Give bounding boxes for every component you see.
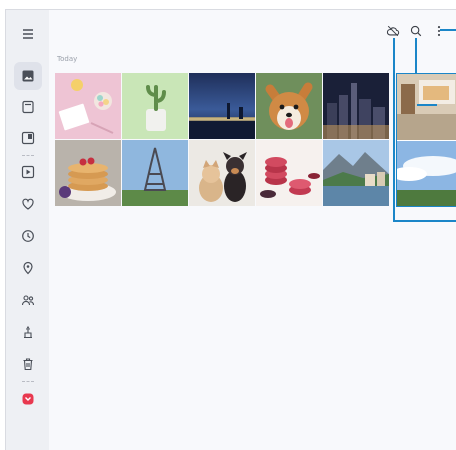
photo-image [256,73,322,139]
sidebar-item-locations[interactable] [14,254,42,282]
sidebar-item-favorites[interactable] [14,190,42,218]
photo-skyline-night[interactable] [323,73,389,139]
pictures-icon [22,70,34,82]
more-options-icon [437,26,441,36]
photo-pancakes[interactable] [55,140,121,206]
app-badge-icon [22,393,34,405]
photo-image [189,73,255,139]
photo-image [55,73,121,139]
cloud-off-button[interactable] [385,23,401,39]
sidebar-item-videos[interactable] [14,158,42,186]
section-label: Today [57,55,78,63]
photo-corgi-dog[interactable] [256,73,322,139]
callout-preview [396,73,456,207]
photo-desk-flatlay[interactable] [55,73,121,139]
photo-cactus-plant[interactable] [122,73,188,139]
sidebar-item-trash[interactable] [14,350,42,378]
photo-lake-village[interactable] [323,140,389,206]
sidebar-divider [22,155,34,156]
sidebar-item-albums[interactable] [14,93,42,121]
sidebar-item-shared[interactable] [14,286,42,314]
photo-image [122,140,188,206]
sidebar-divider [22,381,34,382]
photo-eiffel-tower[interactable] [122,140,188,206]
photo-macarons[interactable] [256,140,322,206]
photo-bridge-city-night[interactable] [189,73,255,139]
photo-image [55,140,121,206]
favorites-icon [22,198,34,210]
search-button[interactable] [408,23,424,39]
videos-icon [21,165,35,179]
more-options-button[interactable] [431,23,447,39]
menu-icon [23,29,33,39]
sidebar-item-stories[interactable] [14,124,42,152]
trash-icon [23,358,33,371]
photo-image [256,140,322,206]
sidebar-item-suggestions[interactable] [14,318,42,346]
shared-icon [21,295,35,306]
photo-image [122,73,188,139]
recent-icon [22,230,34,242]
locations-icon [23,261,33,275]
photo-image [323,73,389,139]
photo-image [189,140,255,206]
menu-button[interactable] [14,20,42,48]
search-icon [410,25,422,37]
photo-image [323,140,389,206]
sidebar-item-pictures[interactable] [14,62,42,90]
cloud-off-icon [386,25,400,37]
sidebar-item-app[interactable] [14,385,42,413]
stories-icon [21,131,35,145]
callout-preview-image [397,74,456,206]
callout-line [393,38,395,222]
sidebar-item-recent[interactable] [14,222,42,250]
callout-line [393,220,456,222]
callout-line [440,29,456,31]
albums-icon [22,100,34,114]
photo-kitten-and-puppy[interactable] [189,140,255,206]
suggestions-icon [24,325,32,339]
